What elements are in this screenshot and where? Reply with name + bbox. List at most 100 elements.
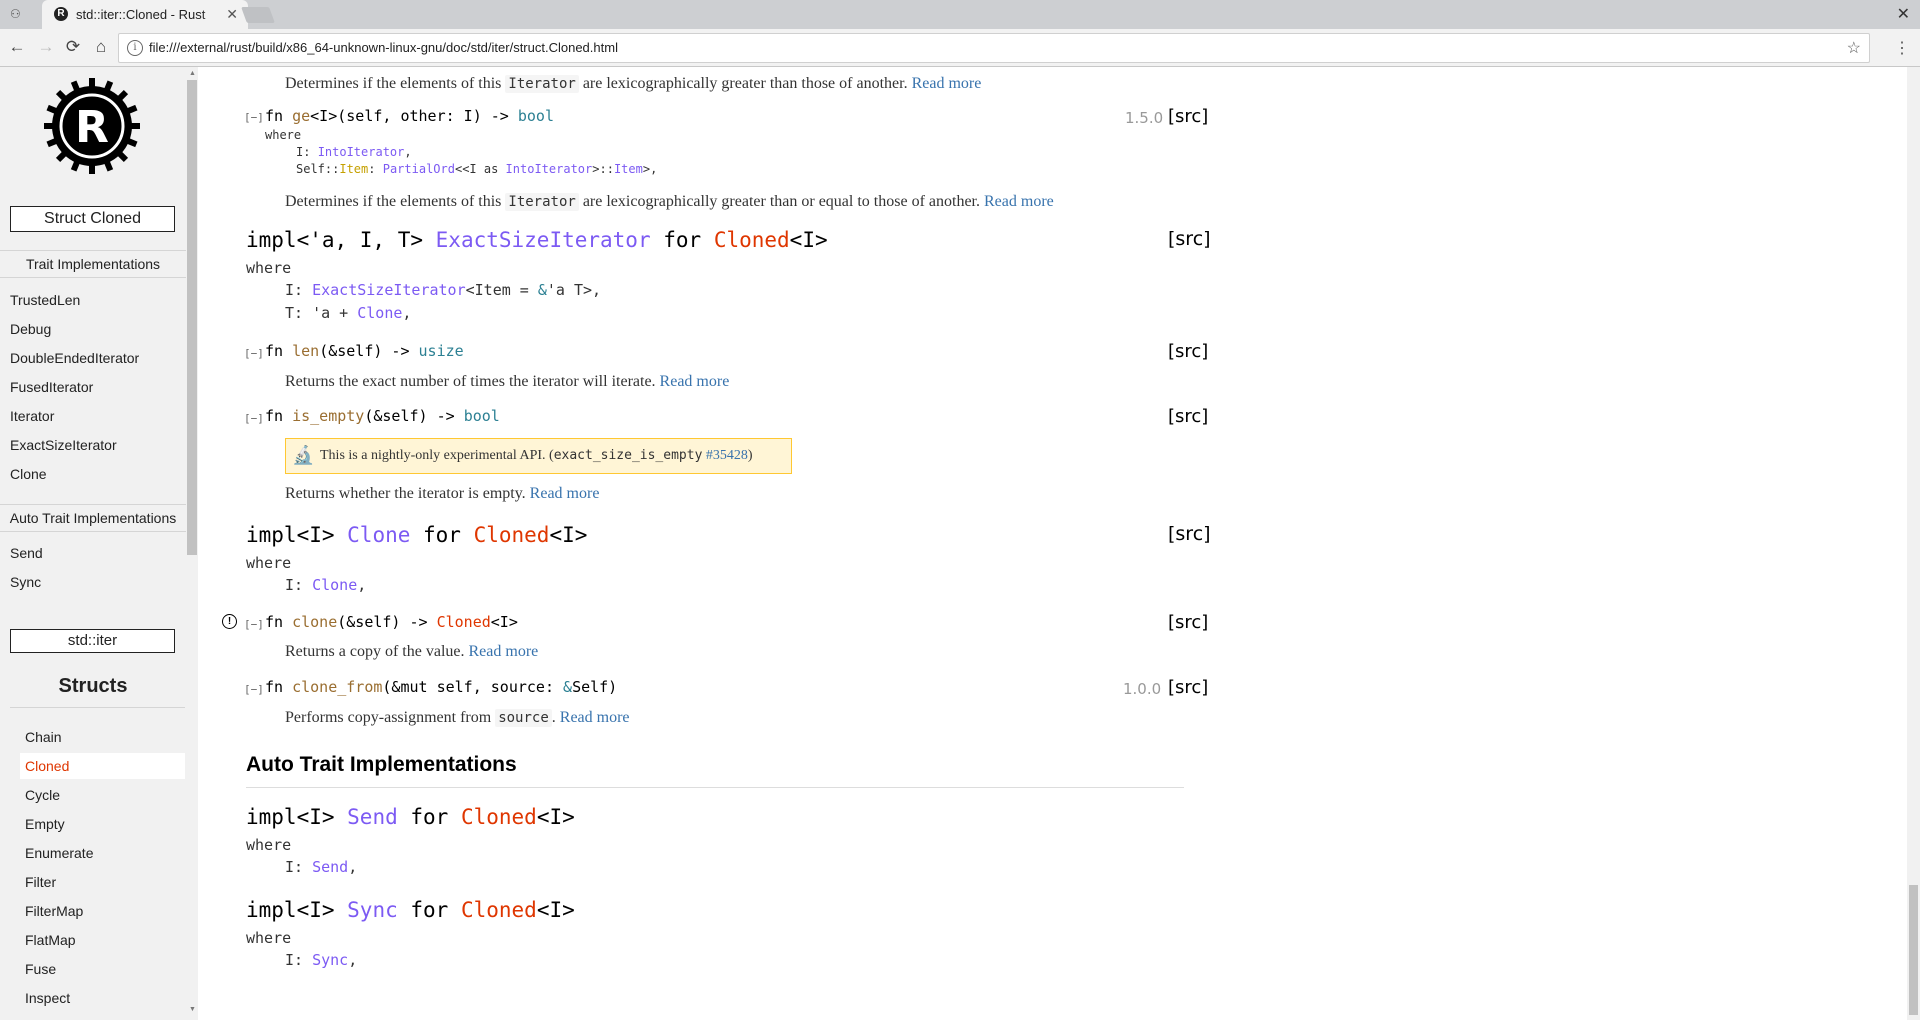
trait-link[interactable]: Sync [312,951,348,969]
collapse-toggle[interactable]: [−] [244,347,264,360]
sidebar-item-sync[interactable]: Sync [10,574,41,590]
sidebar-item-doubleendediterator[interactable]: DoubleEndedIterator [10,350,139,366]
address-bar[interactable]: i file:///external/rust/build/x86_64-unk… [118,33,1870,63]
trait-link[interactable]: IntoIterator [318,145,405,159]
src-link[interactable]: [src] [1168,106,1208,127]
sidebar-item-fusediterator[interactable]: FusedIterator [10,379,93,395]
new-tab-button[interactable] [241,7,275,23]
assoc-type-link[interactable]: Item [614,162,643,176]
tab-close-icon[interactable]: ✕ [226,6,238,23]
fn-sig: <I>(self, other: I) -> [310,107,518,125]
fn-name-ge[interactable]: ge [292,107,310,125]
primitive-link[interactable]: & [538,281,547,299]
where-clause-line: T: 'a + Clone, [285,304,411,322]
trait-link[interactable]: ExactSizeIterator [312,281,466,299]
sidebar-item-debug[interactable]: Debug [10,321,51,337]
trait-link[interactable]: IntoIterator [506,162,593,176]
tracking-issue-link[interactable]: #35428 [706,448,748,463]
fn-name-clone-from[interactable]: clone_from [292,678,382,696]
browser-menu-icon[interactable]: ⋮ [1894,38,1910,58]
src-link[interactable]: [src] [1168,677,1208,698]
src-link[interactable]: [src] [1168,341,1208,362]
trait-link[interactable]: Clone [357,304,402,322]
fn-clone-from-signature: fn clone_from(&mut self, source: &Self) [265,678,617,696]
browser-tab[interactable]: R std::iter::Cloned - Rust ✕ [42,0,248,29]
sidebar-struct-inspect[interactable]: Inspect [25,990,70,1006]
sidebar-struct-filter[interactable]: Filter [25,874,56,890]
home-icon[interactable]: ⌂ [92,38,110,56]
fn-name-len[interactable]: len [292,342,319,360]
return-type-link[interactable]: usize [419,342,464,360]
structs-heading[interactable]: Structs [0,675,186,698]
reload-icon[interactable]: ⟳ [64,38,82,56]
struct-link[interactable]: Cloned [474,523,550,547]
struct-link[interactable]: Cloned [461,805,537,829]
apps-icon[interactable]: ⚇ [10,8,26,20]
where-keyword: where [246,259,292,277]
forward-arrow-icon[interactable]: → [37,38,55,56]
trait-link[interactable]: Send [347,805,398,829]
src-link[interactable]: [src] [1168,612,1208,633]
trait-impls-heading[interactable]: Trait Implementations [0,250,186,278]
primitive-link[interactable]: & [563,678,572,696]
trait-link[interactable]: Clone [312,576,357,594]
sidebar-item-trustedlen[interactable]: TrustedLen [10,292,80,308]
scroll-down-icon[interactable]: ▼ [189,1006,196,1013]
page-scrollbar-thumb[interactable] [1909,885,1918,1015]
src-link[interactable]: [src] [1168,523,1211,545]
important-traits-icon[interactable]: ! [222,614,237,629]
back-arrow-icon[interactable]: ← [8,38,26,56]
read-more-link[interactable]: Read more [530,485,600,502]
return-type-link[interactable]: bool [518,107,554,125]
trait-link[interactable]: Send [312,858,348,876]
window-close-icon[interactable]: ✕ [1897,4,1910,24]
read-more-link[interactable]: Read more [469,643,539,660]
sidebar-struct-cycle[interactable]: Cycle [25,787,60,803]
sidebar-scrollbar-thumb[interactable] [187,80,197,555]
sidebar-item-send[interactable]: Send [10,545,43,561]
assoc-type-link[interactable]: Item [339,162,368,176]
url-text[interactable]: file:///external/rust/build/x86_64-unkno… [149,40,618,55]
struct-name-box[interactable]: Struct Cloned [10,206,175,232]
trait-link[interactable]: Clone [347,523,410,547]
read-more-link[interactable]: Read more [912,75,982,92]
collapse-toggle[interactable]: [−] [244,683,264,696]
fn-name-clone[interactable]: clone [292,613,337,631]
trait-link[interactable]: PartialOrd [383,162,455,176]
site-info-icon[interactable]: i [127,40,143,56]
collapse-toggle[interactable]: [−] [244,618,264,631]
code-text: <I> [549,523,588,547]
clone-doc: Returns a copy of the value. Read more [285,643,538,661]
auto-trait-impls-heading[interactable]: Auto Trait Implementations [0,504,186,532]
module-box[interactable]: std::iter [10,629,175,653]
sidebar-item-exactsizeiterator[interactable]: ExactSizeIterator [10,437,117,453]
collapse-toggle[interactable]: [−] [244,412,264,425]
struct-link[interactable]: Cloned [714,228,790,252]
read-more-link[interactable]: Read more [984,193,1054,210]
sidebar-struct-filtermap[interactable]: FilterMap [25,903,83,919]
sidebar: R Struct Cloned Trait Implementations Tr… [0,67,186,1020]
trait-link[interactable]: ExactSizeIterator [436,228,651,252]
rust-logo-icon[interactable]: R [42,76,142,176]
sidebar-struct-empty[interactable]: Empty [25,816,65,832]
sidebar-struct-chain[interactable]: Chain [25,729,62,745]
sidebar-struct-enumerate[interactable]: Enumerate [25,845,93,861]
return-type-link[interactable]: Cloned [437,613,491,631]
fn-name-is-empty[interactable]: is_empty [292,407,364,425]
trait-link[interactable]: Sync [347,898,398,922]
scroll-up-icon[interactable]: ▲ [189,70,196,77]
page-scrollbar[interactable] [1907,67,1920,1020]
sidebar-item-iterator[interactable]: Iterator [10,408,54,424]
src-link[interactable]: [src] [1168,228,1211,250]
read-more-link[interactable]: Read more [660,373,730,390]
collapse-toggle[interactable]: [−] [244,111,264,124]
src-link[interactable]: [src] [1168,406,1208,427]
struct-link[interactable]: Cloned [461,898,537,922]
sidebar-struct-fuse[interactable]: Fuse [25,961,56,977]
sidebar-struct-flatmap[interactable]: FlatMap [25,932,76,948]
sidebar-struct-cloned[interactable]: Cloned [25,758,69,774]
bookmark-star-icon[interactable]: ☆ [1847,38,1861,58]
read-more-link[interactable]: Read more [560,709,630,726]
return-type-link[interactable]: bool [464,407,500,425]
sidebar-item-clone[interactable]: Clone [10,466,47,482]
